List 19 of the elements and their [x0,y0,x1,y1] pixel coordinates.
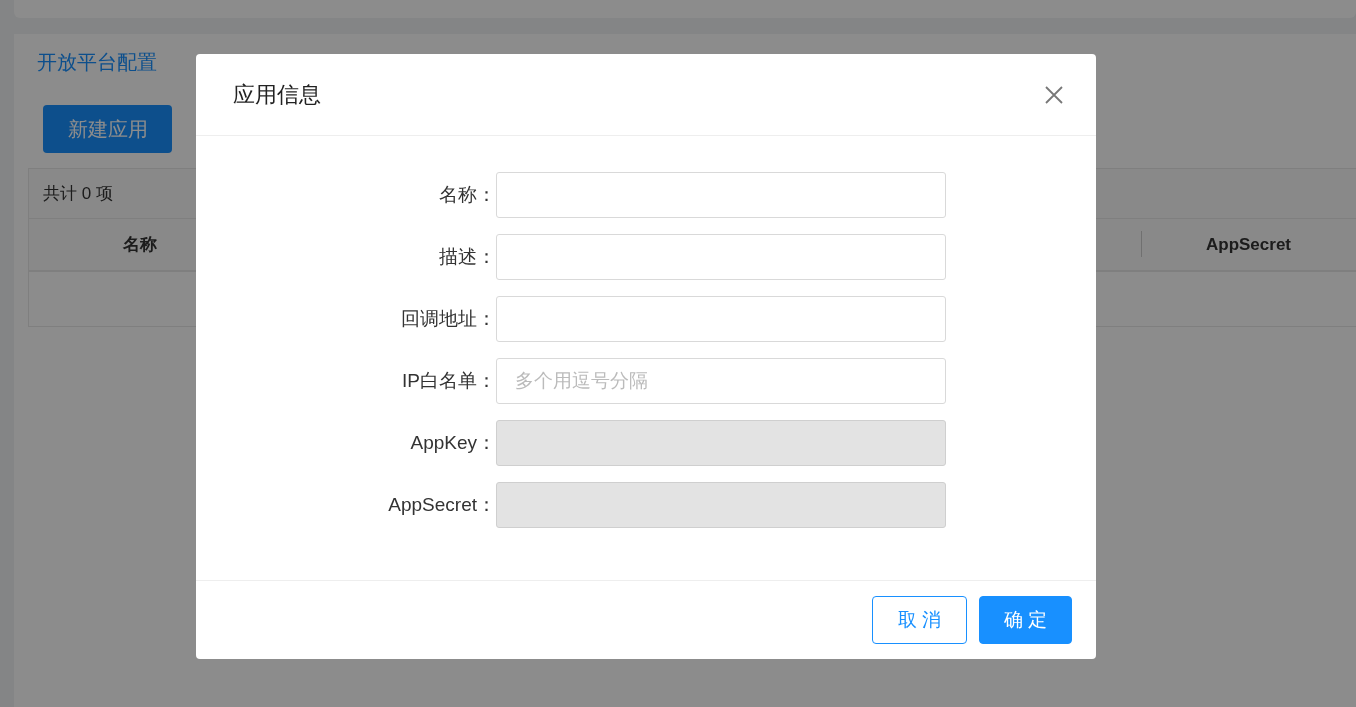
close-icon[interactable] [1044,84,1064,105]
input-field[interactable]: 多个用逗号分隔 [496,358,946,404]
field-label: 回调地址： [400,307,496,331]
confirm-button[interactable]: 确 定 [979,596,1072,644]
field-label: 描述： [438,245,496,269]
column-header: AppSecret [1206,234,1291,255]
field-label: AppSecret： [387,493,496,517]
input-field[interactable] [496,296,946,342]
dialog-title: 应用信息 [233,80,321,109]
total-count: 共计 0 项 [43,183,113,205]
tab[interactable]: 开放平台配置 [37,48,157,76]
new-app-button[interactable]: 新建应用 [43,105,172,153]
column-header: 名称 [123,234,157,256]
input-field[interactable] [496,172,946,218]
field-label: IP白名单： [401,369,496,393]
input-field[interactable] [496,234,946,280]
cancel-button[interactable]: 取 消 [872,596,967,644]
field-label: AppKey： [409,431,496,455]
field-label: 名称： [438,183,496,207]
